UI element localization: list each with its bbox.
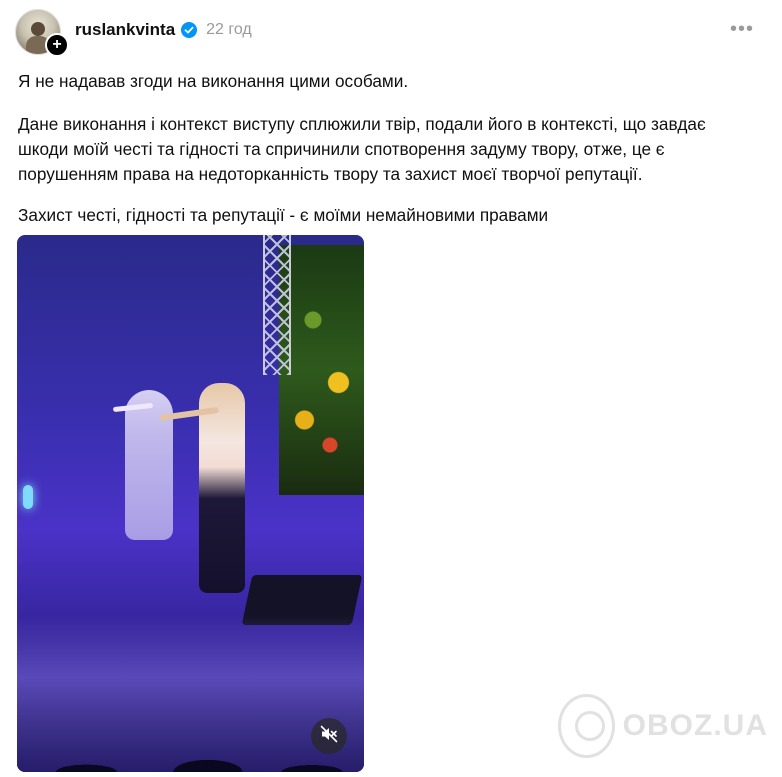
post-video[interactable] xyxy=(17,235,364,772)
post-text-paragraph-1: Я не надавав згоди на виконання цими осо… xyxy=(18,71,409,91)
mute-toggle-button[interactable] xyxy=(311,718,347,754)
avatar-figure-head xyxy=(31,22,45,36)
post-timestamp: 22 год xyxy=(206,21,252,38)
more-options-icon[interactable]: ••• xyxy=(730,19,754,39)
follow-plus-icon[interactable]: + xyxy=(45,33,69,57)
watermark-logo-icon xyxy=(558,694,615,758)
post-text-paragraph-3: Захист честі, гідності та репутації - є … xyxy=(18,205,549,225)
video-stage-screen xyxy=(279,245,364,495)
video-stage-light xyxy=(23,485,33,509)
speaker-muted-icon xyxy=(320,725,338,748)
post-text-paragraph-2: Дане виконання і контекст виступу сплюжи… xyxy=(18,114,706,184)
avatar[interactable]: + xyxy=(15,9,69,57)
post-header: ruslankvinta 22 год xyxy=(75,18,252,42)
video-performer-left xyxy=(125,390,173,540)
threads-post: + ruslankvinta 22 год ••• Я не надавав з… xyxy=(0,0,782,777)
watermark-text: OBOZ.UA xyxy=(622,709,768,742)
watermark: OBOZ.UA xyxy=(558,694,768,758)
verified-badge-icon xyxy=(181,22,198,38)
username-link[interactable]: ruslankvinta xyxy=(75,20,175,40)
video-stage-truss xyxy=(263,235,291,375)
